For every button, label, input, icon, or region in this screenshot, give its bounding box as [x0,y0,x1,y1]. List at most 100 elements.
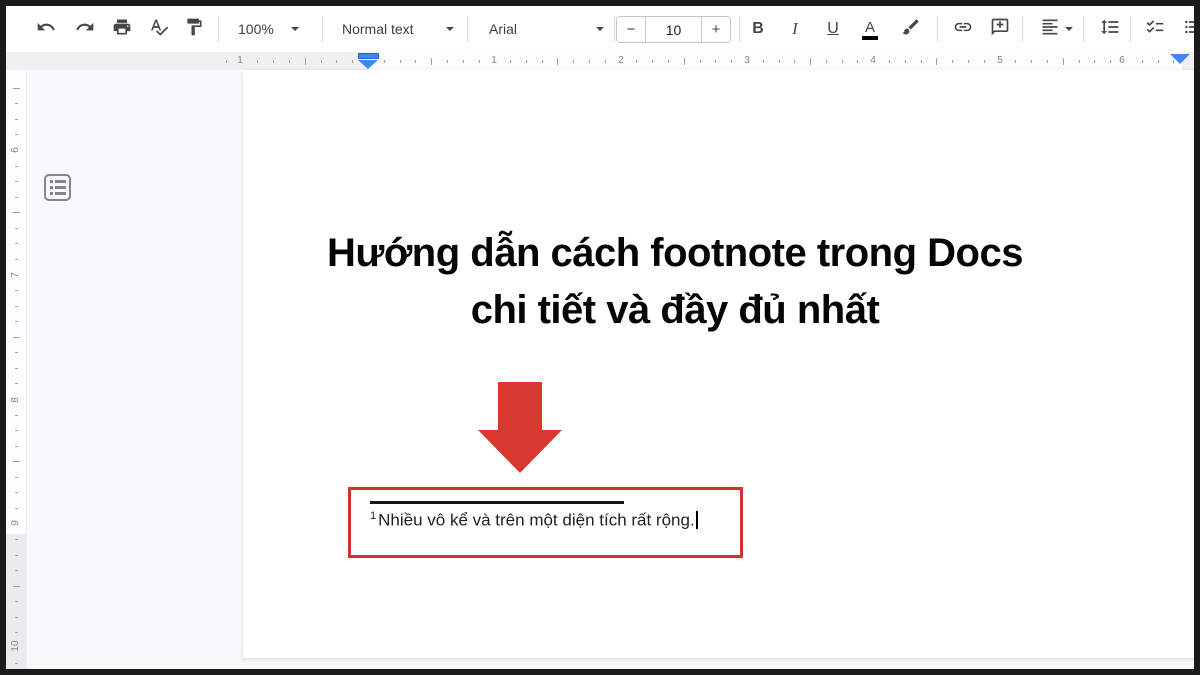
v-ruler-tick [15,632,18,633]
document-page[interactable]: Hướng dẫn cách footnote trong Docs chi t… [243,70,1194,658]
highlight-color-button[interactable] [900,18,922,40]
v-ruler-tick [15,119,18,120]
toolbar-divider [614,16,615,42]
h-ruler-tick [400,60,401,63]
h-ruler-tick [952,60,953,63]
red-down-arrow-head-icon [478,430,562,473]
undo-button[interactable] [35,18,57,40]
v-ruler-tick [15,321,18,322]
right-indent-marker-icon[interactable] [1170,54,1190,64]
footnote-marker: 1 [370,510,376,522]
h-ruler-tick [510,60,511,63]
h-ruler-tick [1079,60,1080,63]
vertical-ruler[interactable]: 678910 [6,70,27,669]
h-ruler-tick [589,60,590,63]
first-line-indent-marker-icon[interactable] [358,53,379,59]
v-ruler-tick [15,492,18,493]
spell-check-button[interactable] [148,18,170,40]
bulleted-list-icon [1183,17,1194,42]
decrease-font-size-button[interactable]: − [617,17,646,42]
h-ruler-tick [336,60,337,63]
undo-icon [36,17,56,42]
toolbar-divider [739,16,740,42]
h-ruler-tick [779,60,780,63]
h-ruler-tick [542,60,543,63]
font-caret-icon[interactable] [596,27,604,31]
increase-font-size-button[interactable]: + [701,17,730,42]
h-ruler-tick [905,60,906,63]
paint-format-button[interactable] [183,18,205,40]
bold-button[interactable]: B [747,18,769,40]
footnote-content: Nhiều vô kể và trên một diện tích rất rộ… [378,511,695,530]
left-indent-marker-icon[interactable] [358,60,378,69]
toolbar-divider [1083,16,1084,42]
v-ruler-tick [15,181,18,182]
h-ruler-tick [1110,60,1111,63]
v-ruler-label: 7 [10,266,22,284]
toolbar-divider [322,16,323,42]
h-ruler-tick [447,60,448,63]
align-button[interactable] [1039,18,1061,40]
horizontal-ruler[interactable]: 1123456 [6,52,1194,70]
paragraph-style-caret-icon[interactable] [446,27,454,31]
v-ruler-tick [13,337,20,338]
v-ruler-tick [15,430,18,431]
footnote-text[interactable]: 1Nhiều vô kể và trên một diện tích rất r… [370,510,698,531]
h-ruler-tick [557,58,558,65]
h-ruler-tick [1063,58,1064,65]
h-ruler-label: 5 [997,52,1003,70]
v-ruler-tick [15,508,18,509]
show-document-outline-button[interactable] [44,174,71,201]
font-size-input[interactable]: 10 [646,17,701,42]
v-ruler-label: 9 [10,514,22,532]
h-ruler-tick [668,60,669,63]
h-ruler-label: 2 [618,52,624,70]
redo-button[interactable] [74,18,96,40]
v-ruler-tick [15,103,18,104]
document-workspace: 678910 Hướng dẫn cách footnote trong Doc… [6,70,1194,669]
v-ruler-tick [15,290,18,291]
redo-icon [75,17,95,42]
checklist-button[interactable] [1144,18,1166,40]
v-ruler-tick [15,134,18,135]
text-color-icon: A [865,19,875,36]
zoom-caret-icon[interactable] [291,27,299,31]
h-ruler-tick [289,60,290,63]
paragraph-style-select[interactable]: Normal text [342,6,414,52]
toolbar-divider [1022,16,1023,42]
h-ruler-tick [605,60,606,63]
align-caret-icon[interactable] [1065,27,1073,31]
v-ruler-tick [15,601,18,602]
h-ruler-tick [984,60,985,63]
v-ruler-tick [15,383,18,384]
page-bottom-shadow [243,658,1194,662]
insert-link-button[interactable] [952,18,974,40]
align-left-icon [1040,17,1060,42]
print-button[interactable] [111,18,133,40]
v-ruler-tick [15,570,18,571]
text-cursor [696,511,698,529]
v-ruler-tick [15,368,18,369]
h-ruler-tick [431,58,432,65]
underline-button[interactable]: U [822,18,844,40]
h-ruler-tick [1142,60,1143,63]
h-ruler-tick [763,60,764,63]
add-comment-button[interactable] [989,18,1011,40]
bulleted-list-button[interactable] [1182,18,1194,40]
footnote-separator-line [370,501,624,504]
v-ruler-tick [15,663,18,664]
underline-icon: U [827,20,839,38]
text-color-button[interactable]: A [859,18,881,40]
add-comment-icon [990,17,1010,42]
h-ruler-tick [384,60,385,63]
italic-button[interactable]: I [784,18,806,40]
v-ruler-tick [13,461,20,462]
horizontal-ruler-typing-area [368,52,1182,70]
h-ruler-label: 1 [491,52,497,70]
h-ruler-tick [1015,60,1016,63]
v-ruler-tick [15,306,18,307]
h-ruler-tick [415,60,416,63]
zoom-select[interactable]: 100% [238,6,274,52]
font-select[interactable]: Arial [489,6,517,52]
line-spacing-button[interactable] [1099,18,1121,40]
